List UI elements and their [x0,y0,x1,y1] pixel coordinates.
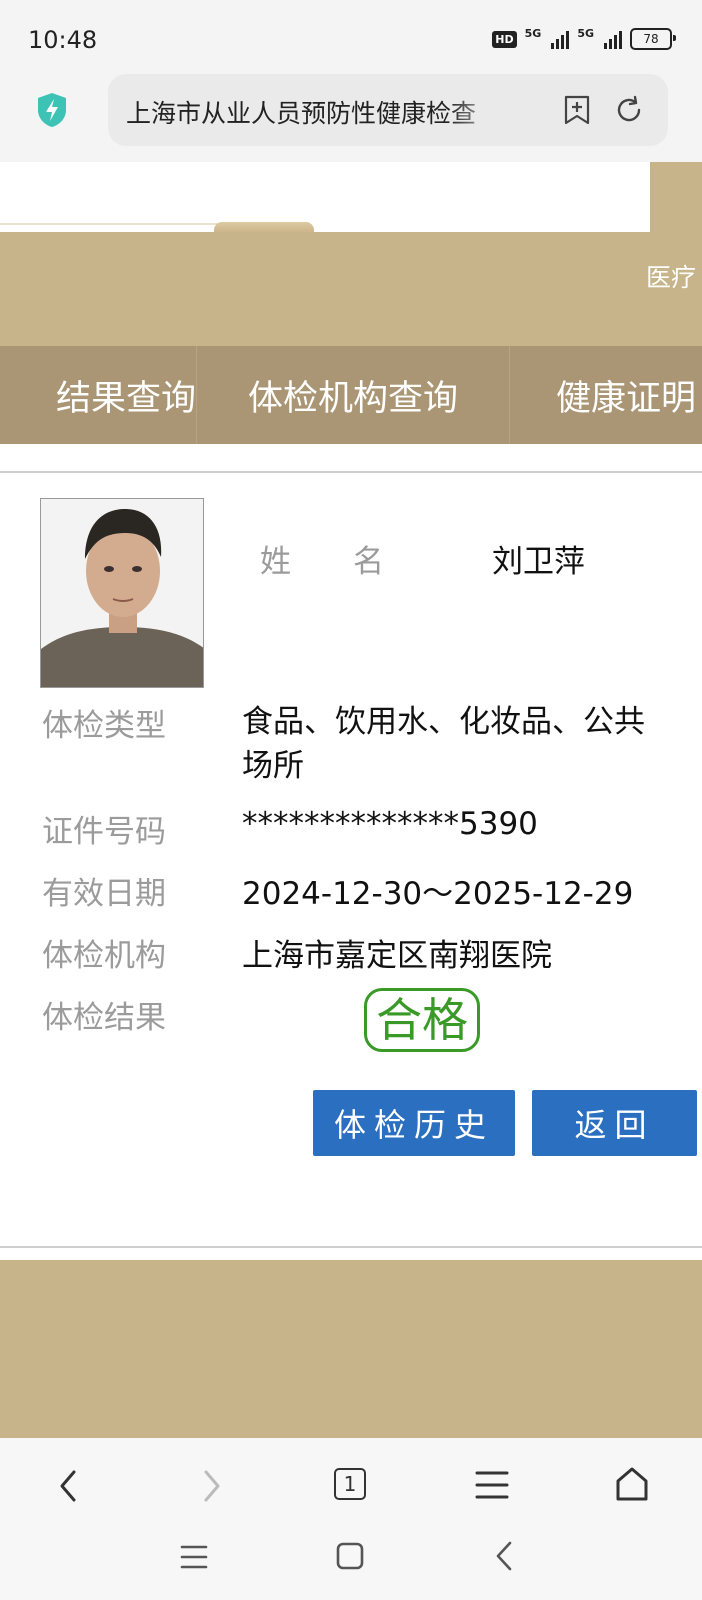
person-photo-icon [41,499,203,687]
name-label: 姓名 [260,544,446,580]
nav-tab-result-query[interactable]: 结果查询 [0,346,196,444]
exam-org-label: 体检机构 [42,938,166,974]
content-divider-top [0,471,702,473]
nav-tab-org-query[interactable]: 体检机构查询 [196,346,510,444]
id-number-value: **************5390 [242,806,538,842]
menu-icon[interactable] [474,1470,510,1500]
back-button[interactable]: 返回 [532,1090,697,1156]
avatar-photo [40,498,204,688]
back-arrow-icon[interactable] [56,1468,80,1504]
shield-bolt-icon[interactable] [36,92,68,128]
exam-result-label: 体检结果 [42,1000,166,1036]
signal-icon-2 [604,29,622,49]
home-icon[interactable] [614,1466,650,1502]
nav-tab-health-cert[interactable]: 健康证明 [510,346,702,444]
name-value: 刘卫萍 [492,544,585,580]
banner-edge [650,162,702,232]
signal-icon [551,29,570,49]
system-nav-bar [0,1520,702,1600]
exam-result-stamp: 合格 [364,988,480,1052]
exam-history-button[interactable]: 体检历史 [313,1090,515,1156]
exam-type-value: 食品、饮用水、化妆品、公共场所 [242,704,645,784]
url-title-text[interactable]: 上海市从业人员预防性健康检查 [126,94,506,128]
hd-badge: HD [492,30,517,48]
header-banner [0,232,702,346]
valid-date-value: 2024-12-30～2025-12-29 [242,876,634,912]
battery-icon: 78 [630,28,676,50]
network-type-2: 5G [577,27,594,40]
exam-type-label: 体检类型 [42,708,166,744]
status-time: 10:48 [28,26,98,54]
nav-bar: 结果查询 体检机构查询 健康证明 [0,346,702,444]
tabs-count-icon[interactable]: 1 [334,1468,366,1500]
status-indicators: HD 5G 5G 78 [492,27,676,50]
banner-text: 医疗 [646,263,697,292]
recent-apps-icon[interactable] [180,1544,208,1570]
refresh-icon[interactable] [614,95,644,125]
page-header-white [0,162,650,232]
home-square-icon[interactable] [336,1542,364,1570]
network-type-1: 5G [524,27,542,40]
exam-org-value: 上海市嘉定区南翔医院 [242,938,552,974]
footer-banner [0,1260,702,1438]
forward-arrow-icon[interactable] [200,1468,224,1504]
content-divider-bottom [0,1246,702,1248]
bookmark-add-icon[interactable] [562,94,592,126]
valid-date-label: 有效日期 [42,876,166,912]
id-number-label: 证件号码 [42,814,166,850]
system-back-icon[interactable] [494,1540,514,1572]
